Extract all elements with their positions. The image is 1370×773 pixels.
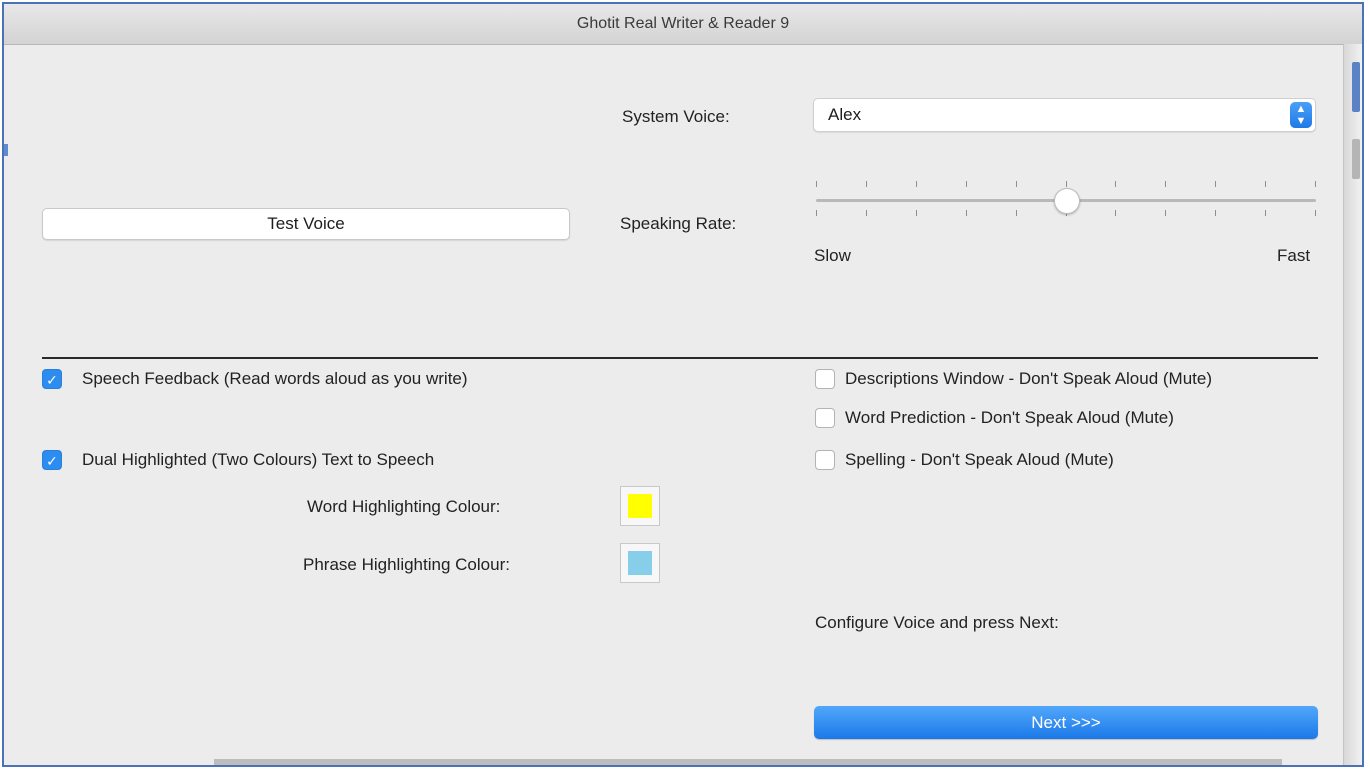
slider-tick-bottom — [866, 210, 867, 216]
spelling-mute-label: Spelling - Don't Speak Aloud (Mute) — [845, 450, 1114, 469]
descriptions-mute-checkbox[interactable] — [815, 369, 835, 389]
slider-tick-bottom — [1016, 210, 1017, 216]
system-voice-label: System Voice: — [622, 107, 730, 126]
slider-tick-bottom — [1115, 210, 1116, 216]
speaking-rate-slider[interactable] — [816, 178, 1316, 222]
rate-slow-label: Slow — [814, 246, 851, 265]
slider-tick-bottom — [916, 210, 917, 216]
slider-tick-bottom — [1265, 210, 1266, 216]
system-voice-select[interactable]: Alex ▲ ▼ — [813, 98, 1316, 132]
chevron-updown-icon: ▲ ▼ — [1290, 102, 1312, 128]
system-voice-value: Alex — [828, 105, 862, 124]
word-prediction-mute-checkbox[interactable] — [815, 408, 835, 428]
spelling-mute-checkbox[interactable] — [815, 450, 835, 470]
speaking-rate-label: Speaking Rate: — [620, 214, 737, 233]
slider-tick-top — [1265, 181, 1266, 187]
next-button[interactable]: Next >>> — [814, 706, 1318, 739]
phrase-colour-fill — [628, 551, 652, 575]
section-divider — [42, 357, 1318, 359]
window-title: Ghotit Real Writer & Reader 9 — [4, 4, 1362, 45]
slider-tick-top — [1115, 181, 1116, 187]
dual-highlight-label: Dual Highlighted (Two Colours) Text to S… — [82, 450, 435, 469]
slider-tick-top — [1016, 181, 1017, 187]
phrase-colour-swatch[interactable] — [620, 543, 660, 583]
word-colour-label: Word Highlighting Colour: — [307, 497, 501, 516]
speech-feedback-checkbox[interactable]: ✓ — [42, 369, 62, 389]
slider-tick-top — [966, 181, 967, 187]
slider-tick-bottom — [1215, 210, 1216, 216]
slider-tick-top — [916, 181, 917, 187]
slider-knob[interactable] — [1054, 188, 1080, 214]
word-colour-fill — [628, 494, 652, 518]
test-voice-button[interactable]: Test Voice — [42, 208, 570, 240]
speech-feedback-label: Speech Feedback (Read words aloud as you… — [82, 369, 468, 388]
slider-tick-bottom — [966, 210, 967, 216]
slider-tick-top — [866, 181, 867, 187]
slider-tick-top — [1066, 181, 1067, 187]
configure-instruction: Configure Voice and press Next: — [815, 613, 1059, 632]
word-colour-swatch[interactable] — [620, 486, 660, 526]
dual-highlight-checkbox[interactable]: ✓ — [42, 450, 62, 470]
slider-tick-bottom — [1315, 210, 1316, 216]
slider-tick-top — [1315, 181, 1316, 187]
slider-tick-bottom — [816, 210, 817, 216]
descriptions-mute-label: Descriptions Window - Don't Speak Aloud … — [845, 369, 1213, 388]
word-prediction-mute-label: Word Prediction - Don't Speak Aloud (Mut… — [845, 408, 1174, 427]
slider-tick-top — [816, 181, 817, 187]
slider-tick-bottom — [1165, 210, 1166, 216]
slider-tick-top — [1215, 181, 1216, 187]
rate-fast-label: Fast — [1277, 246, 1311, 265]
phrase-colour-label: Phrase Highlighting Colour: — [303, 555, 510, 574]
background-window-edge — [1343, 44, 1362, 765]
slider-tick-top — [1165, 181, 1166, 187]
